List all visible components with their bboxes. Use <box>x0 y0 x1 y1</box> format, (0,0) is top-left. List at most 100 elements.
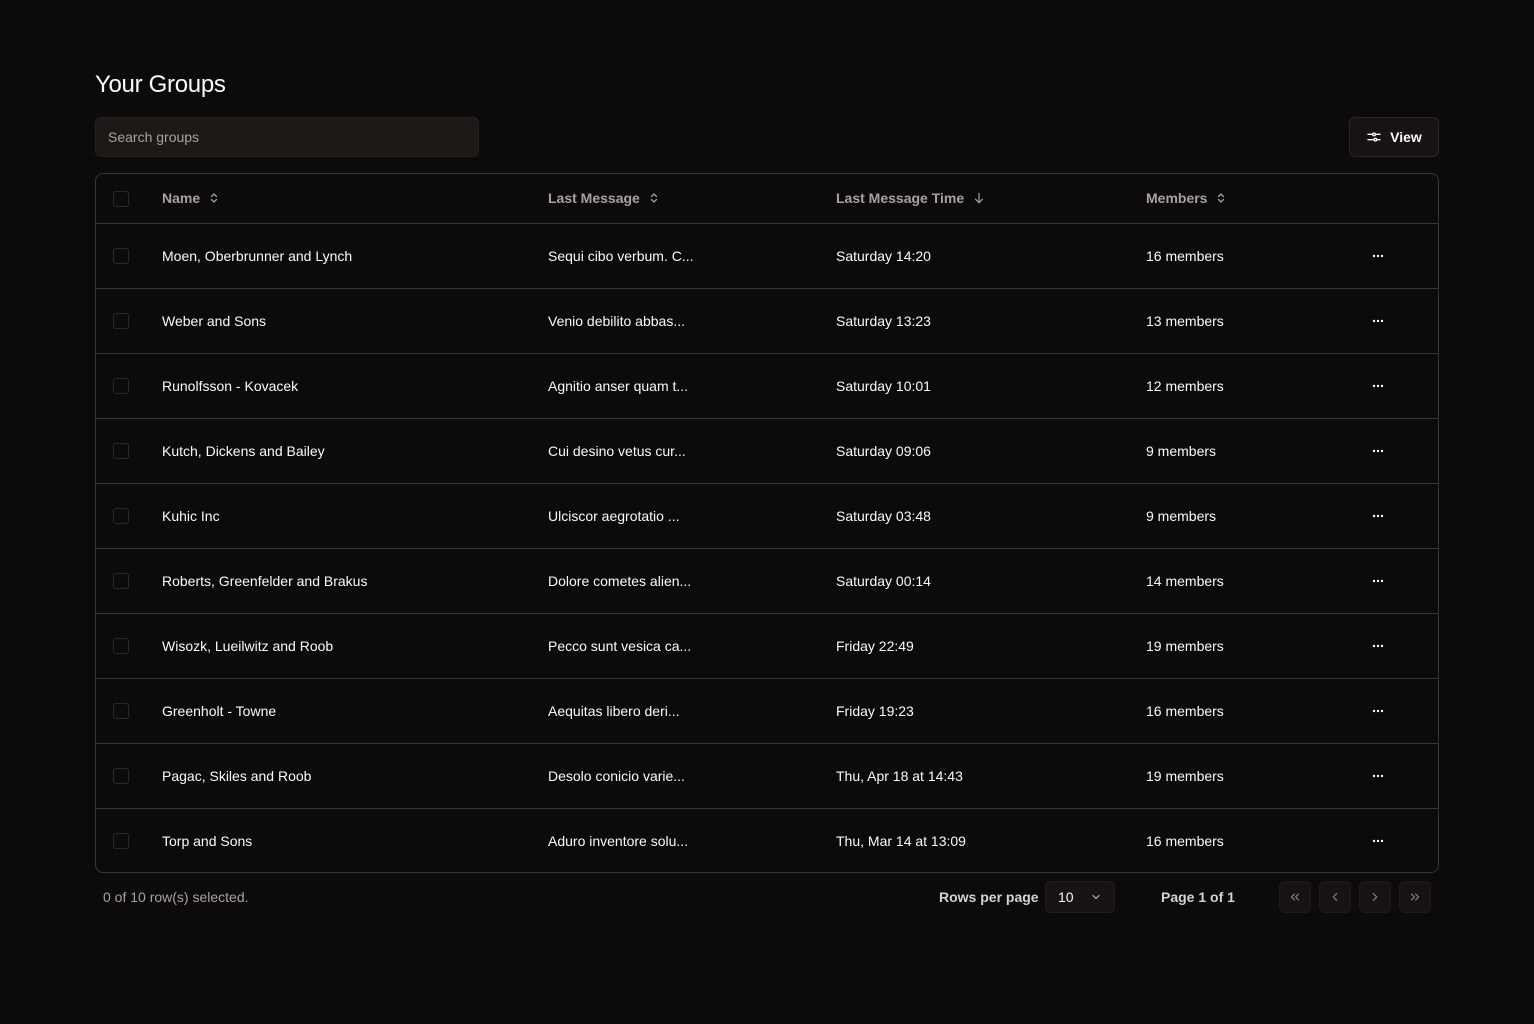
table-row[interactable]: Greenholt - Towne Aequitas libero deri..… <box>96 678 1438 743</box>
row-actions-cell <box>1356 418 1438 483</box>
row-actions-cell <box>1356 288 1438 353</box>
row-select-checkbox[interactable] <box>113 508 129 525</box>
row-actions-cell <box>1356 353 1438 418</box>
row-actions-cell <box>1356 678 1438 743</box>
table-row[interactable]: Moen, Oberbrunner and Lynch Sequi cibo v… <box>96 223 1438 288</box>
last-message: Agnitio anser quam t... <box>548 377 689 394</box>
rows-per-page-label: Rows per page <box>939 889 1039 905</box>
row-actions-button[interactable] <box>1362 630 1394 662</box>
select-all-checkbox[interactable] <box>113 190 129 207</box>
more-horizontal-icon <box>1372 449 1384 452</box>
row-select-checkbox[interactable] <box>113 443 129 460</box>
row-select-checkbox[interactable] <box>113 313 129 330</box>
toolbar: View <box>95 117 1439 157</box>
sliders-icon <box>1367 132 1381 142</box>
group-name: Torp and Sons <box>162 832 253 849</box>
member-count: 16 members <box>1146 832 1224 849</box>
more-horizontal-icon <box>1372 774 1384 777</box>
row-select-checkbox[interactable] <box>113 638 129 655</box>
table-row[interactable]: Kutch, Dickens and Bailey Cui desino vet… <box>96 418 1438 483</box>
row-select-cell <box>96 483 162 548</box>
row-select-cell <box>96 223 162 288</box>
row-actions-button[interactable] <box>1362 695 1394 727</box>
chevrons-left-icon <box>1290 893 1300 901</box>
rows-per-page-select[interactable]: 10 <box>1045 881 1115 913</box>
row-select-checkbox[interactable] <box>113 248 129 265</box>
row-actions-button[interactable] <box>1362 370 1394 402</box>
group-name: Kutch, Dickens and Bailey <box>162 442 325 459</box>
row-actions-cell <box>1356 613 1438 678</box>
sort-by-last-message-time-button[interactable]: Last Message Time <box>836 190 986 206</box>
row-actions-button[interactable] <box>1362 500 1394 532</box>
column-label: Name <box>162 190 201 207</box>
column-label: Last Message Time <box>836 190 965 207</box>
chevron-right-icon <box>1372 892 1378 902</box>
column-header-last-message-time: Last Message Time <box>836 174 1146 223</box>
table-row[interactable]: Roberts, Greenfelder and Brakus Dolore c… <box>96 548 1438 613</box>
row-actions-button[interactable] <box>1362 565 1394 597</box>
view-options-button[interactable]: View <box>1349 117 1439 157</box>
last-message-time: Saturday 14:20 <box>836 247 931 264</box>
table-row[interactable]: Kuhic Inc Ulciscor aegrotatio ... Saturd… <box>96 483 1438 548</box>
row-select-checkbox[interactable] <box>113 378 129 395</box>
table-header-row: Name Last Message Last Message Time Memb… <box>96 174 1438 223</box>
column-header-last-message: Last Message <box>548 174 836 223</box>
table-row[interactable]: Torp and Sons Aduro inventore solu... Th… <box>96 808 1438 872</box>
search-input[interactable] <box>95 117 479 157</box>
rows-per-page-value: 10 <box>1058 889 1074 905</box>
next-page-button[interactable] <box>1359 881 1391 913</box>
column-label: Members <box>1146 190 1208 207</box>
member-count: 16 members <box>1146 702 1224 719</box>
row-actions-cell <box>1356 743 1438 808</box>
column-header-actions <box>1356 174 1438 223</box>
last-message: Ulciscor aegrotatio ... <box>548 507 680 524</box>
chevrons-up-down-icon <box>650 193 657 203</box>
last-message: Dolore cometes alien... <box>548 572 692 589</box>
member-count: 14 members <box>1146 572 1224 589</box>
row-select-checkbox[interactable] <box>113 573 129 590</box>
member-count: 19 members <box>1146 637 1224 654</box>
header-select-cell <box>96 174 162 223</box>
arrow-down-icon <box>975 193 984 204</box>
row-actions-cell <box>1356 808 1438 872</box>
more-horizontal-icon <box>1372 579 1384 582</box>
row-select-cell <box>96 613 162 678</box>
last-message: Venio debilito abbas... <box>548 312 685 329</box>
chevrons-up-down-icon <box>211 193 218 203</box>
table-row[interactable]: Pagac, Skiles and Roob Desolo conicio va… <box>96 743 1438 808</box>
row-select-cell <box>96 743 162 808</box>
last-message-time: Saturday 09:06 <box>836 442 931 459</box>
group-name: Runolfsson - Kovacek <box>162 377 299 394</box>
last-message: Aduro inventore solu... <box>548 832 689 849</box>
table-row[interactable]: Weber and Sons Venio debilito abbas... S… <box>96 288 1438 353</box>
table-body: Moen, Oberbrunner and Lynch Sequi cibo v… <box>96 223 1438 872</box>
table-row[interactable]: Runolfsson - Kovacek Agnitio anser quam … <box>96 353 1438 418</box>
sort-by-name-button[interactable]: Name <box>162 190 220 206</box>
previous-page-button[interactable] <box>1319 881 1351 913</box>
row-select-cell <box>96 288 162 353</box>
member-count: 19 members <box>1146 767 1224 784</box>
selection-count: 0 of 10 row(s) selected. <box>103 889 249 905</box>
sort-by-members-button[interactable]: Members <box>1146 190 1227 206</box>
group-name: Moen, Oberbrunner and Lynch <box>162 247 353 264</box>
chevrons-up-down-icon <box>1218 193 1225 203</box>
row-select-checkbox[interactable] <box>113 703 129 720</box>
row-select-cell <box>96 418 162 483</box>
last-message: Pecco sunt vesica ca... <box>548 637 692 654</box>
first-page-button[interactable] <box>1279 881 1311 913</box>
table-row[interactable]: Wisozk, Lueilwitz and Roob Pecco sunt ve… <box>96 613 1438 678</box>
row-actions-button[interactable] <box>1362 435 1394 467</box>
row-actions-button[interactable] <box>1362 760 1394 792</box>
row-select-cell <box>96 808 162 872</box>
column-header-members: Members <box>1146 174 1356 223</box>
row-select-checkbox[interactable] <box>113 833 129 850</box>
row-select-checkbox[interactable] <box>113 768 129 785</box>
last-message: Sequi cibo verbum. C... <box>548 247 694 264</box>
last-page-button[interactable] <box>1399 881 1431 913</box>
row-actions-button[interactable] <box>1362 305 1394 337</box>
row-actions-button[interactable] <box>1362 240 1394 272</box>
sort-by-last-message-button[interactable]: Last Message <box>548 190 660 206</box>
row-actions-button[interactable] <box>1362 825 1394 857</box>
row-actions-cell <box>1356 223 1438 288</box>
member-count: 12 members <box>1146 377 1224 394</box>
